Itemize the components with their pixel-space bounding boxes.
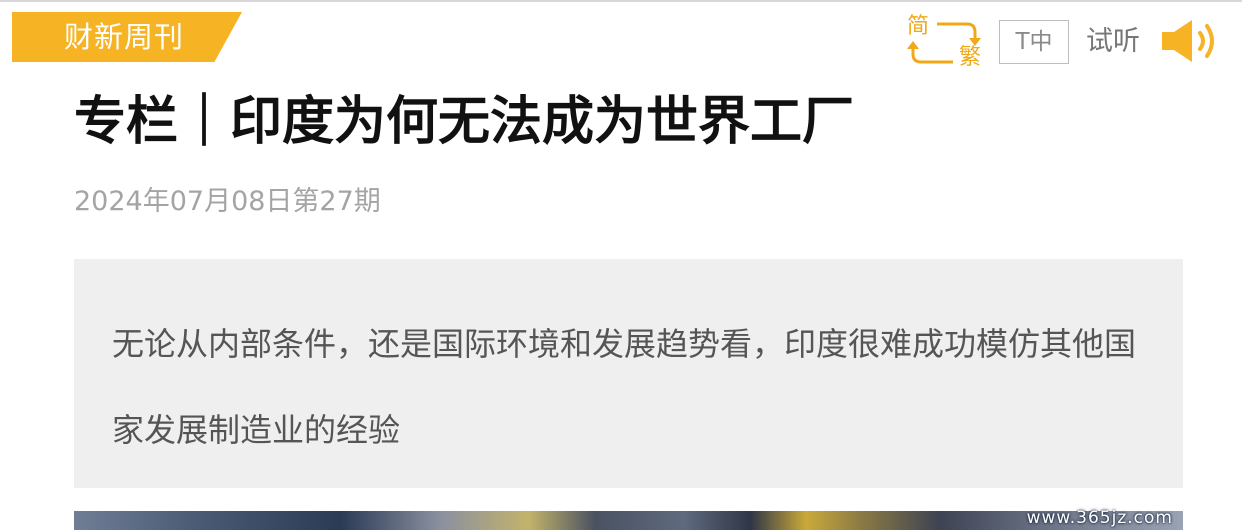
top-divider [0,0,1242,2]
traditional-label: 繁 [959,45,982,70]
speaker-icon[interactable] [1160,17,1222,65]
listen-button[interactable]: 试听 [1086,20,1140,64]
summary-text: 无论从内部条件，还是国际环境和发展趋势看，印度很难成功模仿其他国家发展制造业的经… [112,325,1137,449]
brand-tag[interactable]: 财新周刊 [64,12,184,62]
font-size-button[interactable]: T中 [999,20,1069,64]
watermark: www.365jz.com [1026,508,1173,528]
cover-image[interactable]: www.365jz.com [74,508,1183,530]
issue-date: 2024年07月08日第27期 [74,186,381,217]
summary-box: 无论从内部条件，还是国际环境和发展趋势看，印度很难成功模仿其他国家发展制造业的经… [74,259,1183,488]
simplified-traditional-toggle[interactable]: 简 繁 [903,14,987,72]
simplified-label: 简 [907,14,930,39]
article-title: 专栏｜印度为何无法成为世界工厂 [74,92,855,152]
article-page: 财新周刊 简 繁 T中 试听 专栏｜印度为何无法成为世界工厂 2024年07月0… [0,0,1242,530]
